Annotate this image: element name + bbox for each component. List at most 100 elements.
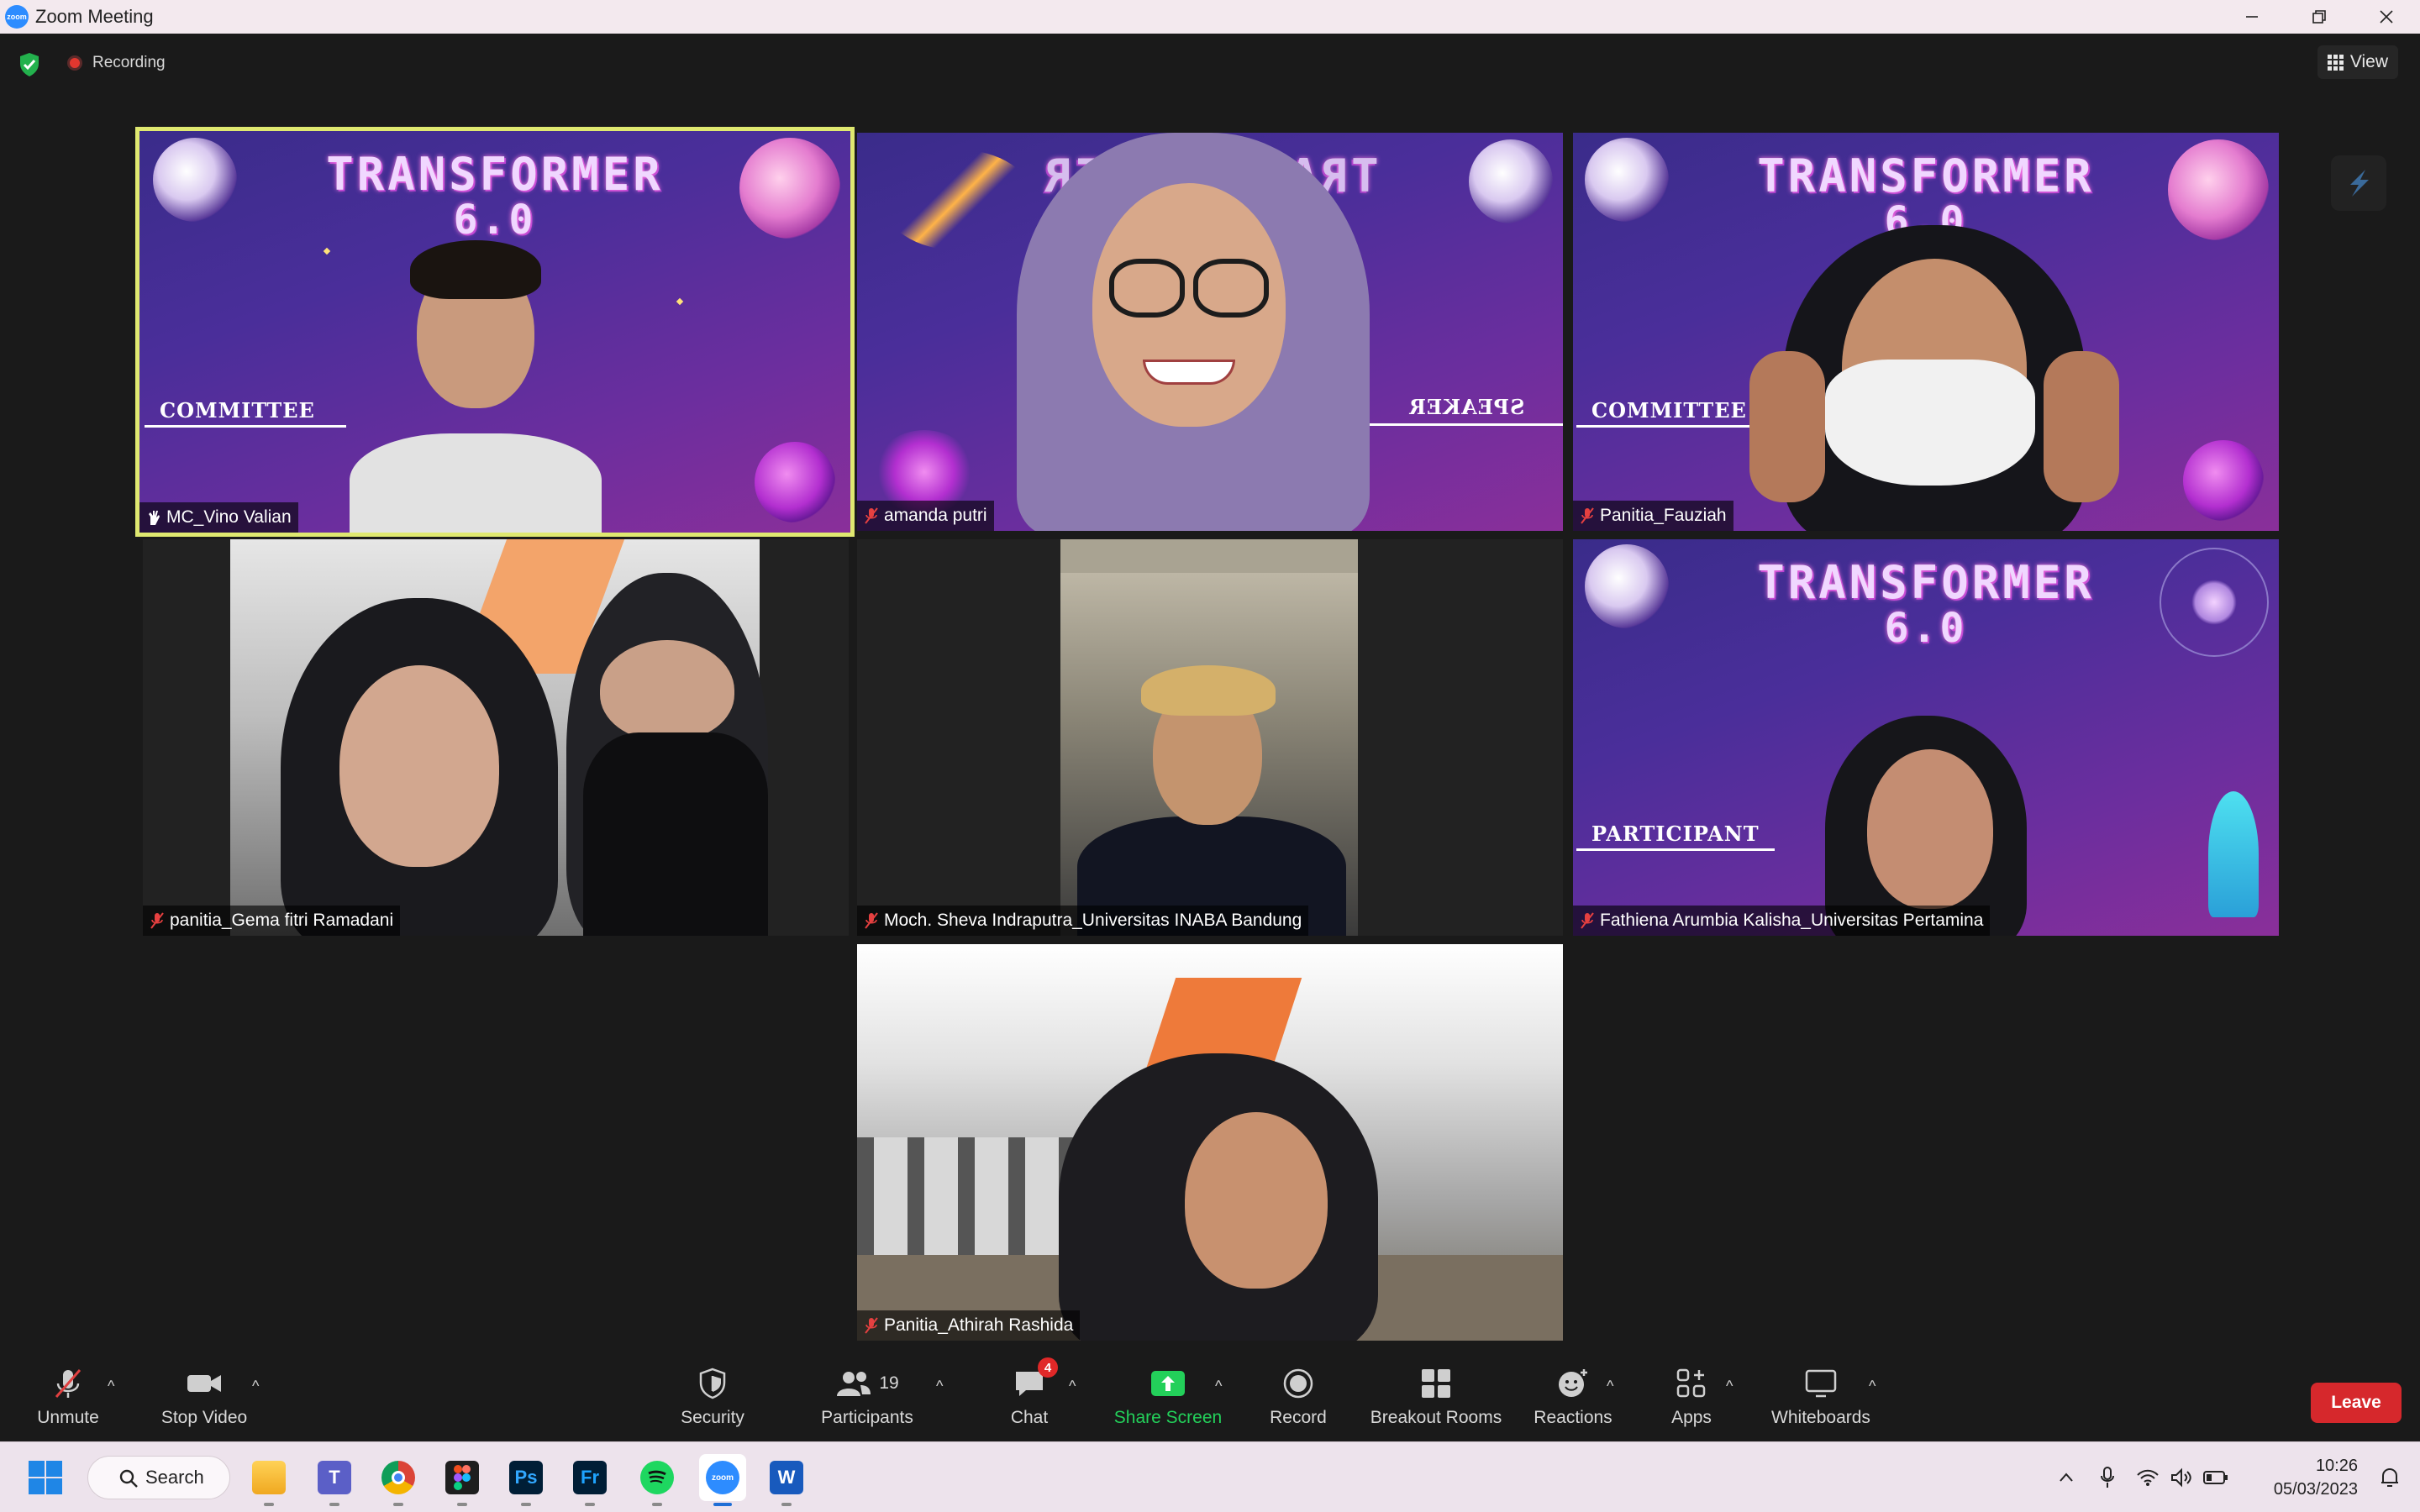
apps-button[interactable]: Apps (1660, 1361, 1723, 1441)
smiley-reaction-icon (1556, 1361, 1590, 1406)
name-tag: MC_Vino Valian (139, 502, 298, 533)
breakout-rooms-icon (1420, 1361, 1452, 1406)
security-button[interactable]: Security (672, 1361, 753, 1441)
taskbar-clock[interactable]: 10:26 05/03/2023 (2274, 1454, 2358, 1501)
video-camera-icon (186, 1361, 223, 1406)
zoom-window: zoom Zoom Meeting Recording View TRANSFO… (0, 0, 2420, 1512)
raise-hand-icon (149, 511, 160, 525)
record-button[interactable]: Record (1260, 1361, 1336, 1441)
breakout-rooms-button[interactable]: Breakout Rooms (1365, 1361, 1507, 1441)
whiteboards-button[interactable]: Whiteboards (1766, 1361, 1876, 1441)
wifi-icon[interactable] (2136, 1468, 2160, 1487)
battery-icon[interactable] (2203, 1470, 2228, 1485)
grid-view-icon (2327, 54, 2344, 71)
word-taskbar-button[interactable]: W (763, 1454, 810, 1506)
recording-label: Recording (92, 54, 166, 71)
floating-widget-button[interactable] (2331, 155, 2386, 211)
share-screen-button[interactable]: Share Screen (1109, 1361, 1227, 1441)
video-tile-sheva[interactable]: Moch. Sheva Indraputra_Universitas INABA… (857, 539, 1563, 936)
role-label: SPEAKER (1407, 395, 1524, 419)
comet-decoration (882, 150, 1034, 250)
chat-button[interactable]: 4 Chat (1000, 1357, 1059, 1441)
stop-video-button[interactable]: Stop Video (156, 1361, 252, 1441)
photoshop-taskbar-button[interactable]: Ps (502, 1454, 550, 1506)
role-label: COMMITTEE (1591, 398, 1747, 423)
zoom-taskbar-button[interactable]: zoom (699, 1454, 746, 1506)
chevron-up-icon[interactable] (2057, 1468, 2075, 1487)
search-icon (119, 1469, 138, 1488)
reactions-button[interactable]: Reactions (1531, 1361, 1615, 1441)
video-feed (230, 539, 768, 936)
minimize-button[interactable] (2218, 0, 2286, 34)
breakout-rooms-label: Breakout Rooms (1370, 1408, 1502, 1427)
taskbar-search[interactable]: Search (87, 1456, 230, 1499)
unmute-button[interactable]: Unmute (30, 1361, 106, 1441)
participant-name: Fathiena Arumbia Kalisha_Universitas Per… (1600, 911, 1984, 930)
notification-bell-icon[interactable] (2378, 1466, 2402, 1489)
participant-name: amanda putri (884, 506, 987, 525)
whiteboard-icon (1804, 1361, 1838, 1406)
unmute-label: Unmute (37, 1408, 99, 1427)
audio-options-caret[interactable]: ^ (108, 1378, 114, 1395)
close-button[interactable] (2353, 0, 2420, 34)
start-button[interactable] (29, 1461, 62, 1494)
whiteboards-options-caret[interactable]: ^ (1869, 1378, 1876, 1395)
zoom-app-icon: zoom (5, 5, 29, 29)
reactions-options-caret[interactable]: ^ (1607, 1378, 1613, 1395)
chat-label: Chat (1010, 1408, 1049, 1427)
file-explorer-taskbar-button[interactable] (245, 1454, 292, 1506)
name-tag: Fathiena Arumbia Kalisha_Universitas Per… (1573, 906, 1991, 936)
apps-options-caret[interactable]: ^ (1726, 1378, 1733, 1395)
figma-icon (445, 1461, 479, 1494)
teams-taskbar-button[interactable]: T (311, 1454, 358, 1506)
role-underline (1370, 423, 1563, 426)
chrome-taskbar-button[interactable] (375, 1454, 422, 1506)
volume-icon[interactable] (2170, 1467, 2193, 1488)
participant-name: Moch. Sheva Indraputra_Universitas INABA… (884, 911, 1302, 930)
clock-time: 10:26 (2315, 1457, 2358, 1475)
encryption-shield-icon[interactable] (18, 52, 40, 77)
participants-button[interactable]: 19 Participants (817, 1361, 918, 1441)
participant-name: panitia_Gema fitri Ramadani (170, 911, 394, 930)
photoshop-icon: Ps (509, 1461, 543, 1494)
chat-unread-badge: 4 (1038, 1357, 1058, 1378)
chat-options-caret[interactable]: ^ (1069, 1378, 1076, 1395)
video-tile-athirah[interactable]: Panitia_Athirah Rashida (857, 944, 1563, 1341)
folder-icon (252, 1461, 286, 1494)
apps-label: Apps (1671, 1408, 1712, 1427)
video-options-caret[interactable]: ^ (252, 1378, 259, 1395)
role-underline (1576, 848, 1775, 851)
participants-options-caret[interactable]: ^ (936, 1378, 943, 1395)
share-options-caret[interactable]: ^ (1215, 1378, 1222, 1395)
mic-muted-icon (51, 1361, 85, 1406)
moon-decoration (153, 138, 237, 222)
windows-taskbar: Search T Ps Fr zoom W 10:26 05/03/2023 (0, 1441, 2420, 1512)
name-tag: Panitia_Athirah Rashida (857, 1310, 1081, 1341)
recording-indicator[interactable]: Recording (67, 54, 166, 72)
figma-taskbar-button[interactable] (439, 1454, 486, 1506)
view-button[interactable]: View (2317, 45, 2398, 79)
leave-button[interactable]: Leave (2311, 1383, 2402, 1423)
video-tile-amanda-putri[interactable]: TRANSFORMER SPEAKER amanda putri (857, 133, 1563, 531)
video-tile-gema[interactable]: panitia_Gema fitri Ramadani (143, 539, 849, 936)
clock-date: 05/03/2023 (2273, 1480, 2358, 1499)
word-icon: W (770, 1461, 803, 1494)
microphone-icon[interactable] (2099, 1466, 2116, 1489)
video-tile-fathiena[interactable]: TRANSFORMER 6.0 PARTICIPANT Fathiena Aru… (1573, 539, 2279, 936)
chat-bubble-icon: 4 (1013, 1357, 1058, 1406)
security-label: Security (681, 1408, 744, 1427)
meeting-top-bar: Recording View (0, 34, 2420, 92)
record-label: Record (1270, 1408, 1327, 1427)
restore-button[interactable] (2286, 0, 2353, 34)
minimize-icon (2246, 16, 2258, 18)
video-tile-mc-vino[interactable]: TRANSFORMER 6.0 COMMITTEE MC_Vino Valian (135, 127, 855, 537)
fresco-taskbar-button[interactable]: Fr (566, 1454, 613, 1506)
window-controls (2218, 0, 2420, 34)
spotify-taskbar-button[interactable] (634, 1454, 681, 1506)
window-title: Zoom Meeting (35, 6, 154, 27)
teams-icon: T (318, 1461, 351, 1494)
moon-decoration (1469, 139, 1553, 223)
name-tag: amanda putri (857, 501, 994, 531)
name-tag: panitia_Gema fitri Ramadani (143, 906, 401, 936)
video-tile-panitia-fauziah[interactable]: TRANSFORMER 6.0 COMMITTEE Panitia_Fauzia… (1573, 133, 2279, 531)
